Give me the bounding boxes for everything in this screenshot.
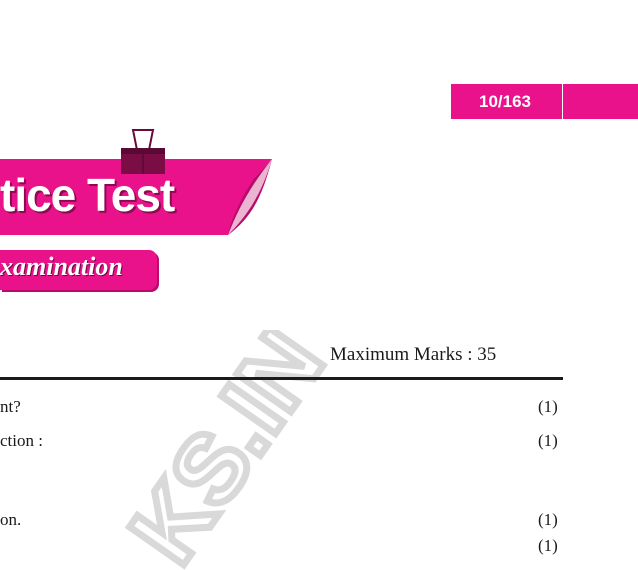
page-badge-extension <box>563 84 638 119</box>
question-text-1: nt? <box>0 397 21 416</box>
question-marks-3: (1) <box>538 510 558 529</box>
max-marks-label: Maximum Marks : 35 <box>330 344 497 365</box>
header-rule <box>0 377 563 380</box>
question-marks-2: (1) <box>538 431 558 450</box>
page-number-badge: 10/163 <box>451 84 562 119</box>
page-number-text: 10/163 <box>479 91 531 111</box>
question-marks-1: (1) <box>538 397 558 416</box>
question-text-2: ction : <box>0 431 43 450</box>
watermark: KS.IN <box>120 330 348 570</box>
page-subtitle: xamination <box>0 252 123 281</box>
binder-clip-icon <box>121 129 165 174</box>
question-marks-4: (1) <box>538 536 558 555</box>
watermark-text: KS.IN <box>120 330 344 570</box>
question-text-3: on. <box>0 510 22 529</box>
